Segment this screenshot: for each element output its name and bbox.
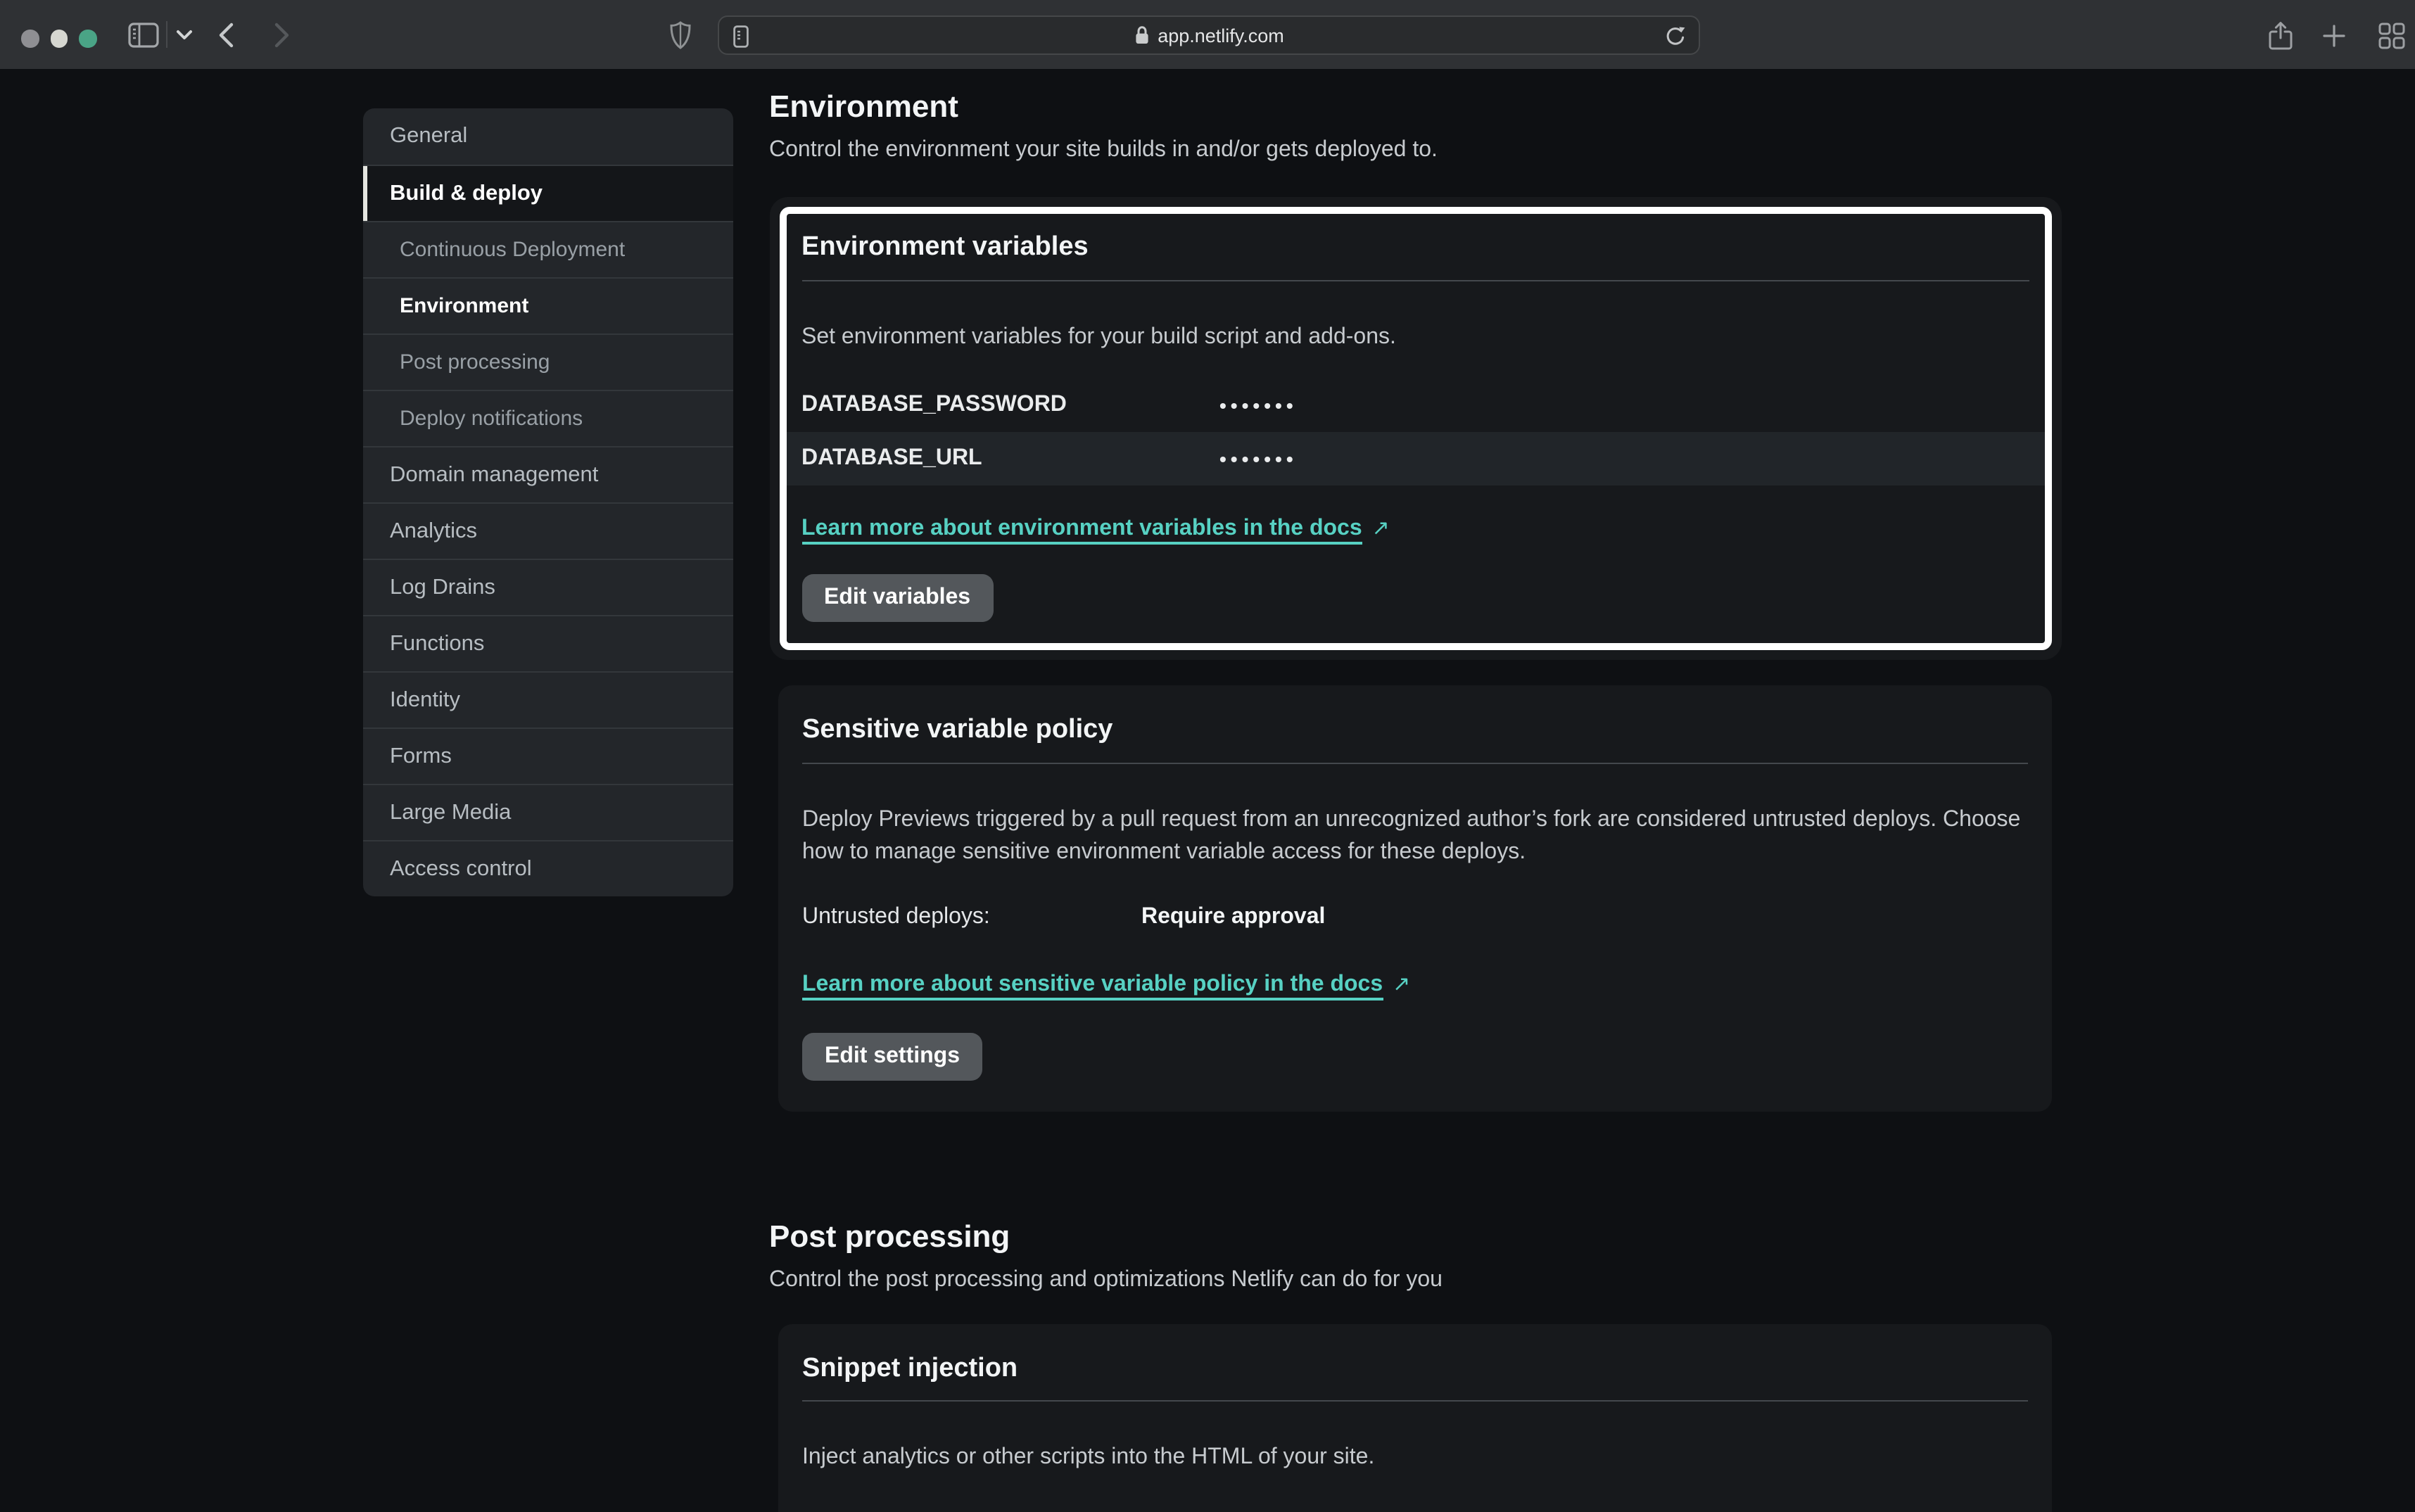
card-title-sensitive-variable-policy: Sensitive variable policy [802,713,2028,748]
sidebar-item-access-control[interactable]: Access control [363,840,733,896]
untrusted-deploys-row: Untrusted deploys: Require approval [802,905,2028,930]
sidebar-item-functions[interactable]: Functions [363,615,733,671]
environment-variables-card: Environment variables Set environment va… [769,198,2061,661]
refresh-icon [1665,25,1686,48]
env-variables-table: DATABASE_PASSWORD ••••••• DATABASE_URL •… [786,379,2044,485]
sidebar-item-analytics[interactable]: Analytics [363,502,733,559]
window-close-button[interactable] [21,30,39,47]
env-docs-link[interactable]: Learn more about environment variables i… [801,515,1390,542]
post-processing-subtitle: Control the post processing and optimiza… [769,1267,2061,1292]
sidebar-item-large-media[interactable]: Large Media [363,784,733,840]
toolbar-separator [166,21,167,48]
edit-variables-button[interactable]: Edit variables [801,574,993,622]
sensitive-variable-policy-card: Sensitive variable policy Deploy Preview… [778,685,2052,1112]
forward-chevron-icon [274,23,289,48]
refresh-button[interactable] [1665,25,1686,48]
netlify-settings-page: General Build & deploy Continuous Deploy… [0,69,2415,1512]
policy-value: Require approval [1141,905,1325,930]
table-row: DATABASE_URL ••••••• [786,432,2044,485]
forward-button[interactable] [269,21,294,49]
privacy-report-button[interactable] [667,20,692,51]
sidebar-toggle-button[interactable] [127,21,160,49]
sidebar-item-forms[interactable]: Forms [363,728,733,784]
sidebar-menu-chevron-button[interactable] [175,28,194,42]
sensitive-docs-link[interactable]: Learn more about sensitive variable poli… [802,971,1410,998]
card-divider [801,280,2029,281]
back-chevron-icon [217,23,233,48]
variable-name: DATABASE_PASSWORD [801,393,1219,418]
window-zoom-button[interactable] [79,30,96,47]
snippet-card-description: Inject analytics or other scripts into t… [802,1442,2028,1474]
back-button[interactable] [213,21,238,49]
sidebar-item-continuous-deployment[interactable]: Continuous Deployment [363,221,733,277]
card-divider [802,1401,2028,1402]
shield-icon [669,21,690,49]
sidebar-toggle-icon [128,23,159,48]
sidebar-item-log-drains[interactable]: Log Drains [363,559,733,615]
url-text: app.netlify.com [1158,25,1284,46]
settings-sidebar: General Build & deploy Continuous Deploy… [363,108,733,896]
sidebar-item-general[interactable]: General [363,108,733,165]
share-button[interactable] [2266,18,2294,52]
tab-overview-button[interactable] [2376,21,2407,49]
policy-label: Untrusted deploys: [802,905,1141,930]
section-title-post-processing: Post processing [769,1217,2061,1256]
sidebar-item-identity[interactable]: Identity [363,671,733,728]
browser-toolbar: app.netlify.com [0,0,2415,69]
sidebar-item-build-deploy[interactable]: Build & deploy [363,165,733,221]
snippet-injection-card: Snippet injection Inject analytics or ot… [778,1323,2052,1512]
sensitive-card-description: Deploy Previews triggered by a pull requ… [802,803,2028,869]
sidebar-item-deploy-notifications[interactable]: Deploy notifications [363,390,733,446]
plus-icon [2321,23,2345,47]
table-row: DATABASE_PASSWORD ••••••• [786,379,2044,432]
variable-masked-value: ••••••• [1219,447,1298,470]
new-tab-button[interactable] [2319,21,2347,49]
env-card-description: Set environment variables for your build… [801,321,2029,353]
variable-name: DATABASE_URL [801,446,1219,471]
address-bar[interactable]: app.netlify.com [718,15,1700,55]
page-subtitle: Control the environment your site builds… [769,136,2061,165]
card-title-snippet-injection: Snippet injection [802,1352,2028,1386]
settings-main: Environment Control the environment your… [769,69,2061,1512]
external-link-arrow-icon: ↗ [1372,516,1390,540]
window-controls [21,30,96,47]
sidebar-item-environment[interactable]: Environment [363,277,733,333]
tab-overview-icon [2378,22,2404,49]
sidebar-item-domain-management[interactable]: Domain management [363,446,733,502]
card-divider [802,763,2028,764]
card-title-environment-variables: Environment variables [801,231,2029,266]
page-title: Environment [769,87,2061,126]
lock-icon [1134,25,1149,45]
window-minimize-button[interactable] [50,30,68,47]
highlight-ring: Environment variables Set environment va… [779,208,2051,651]
safari-window: app.netlify.com [0,0,2415,1512]
edit-settings-button[interactable]: Edit settings [802,1033,982,1081]
chevron-down-icon [176,30,193,41]
sidebar-item-post-processing[interactable]: Post processing [363,333,733,390]
external-link-arrow-icon: ↗ [1393,972,1410,996]
share-icon [2268,20,2292,50]
variable-masked-value: ••••••• [1219,394,1298,417]
